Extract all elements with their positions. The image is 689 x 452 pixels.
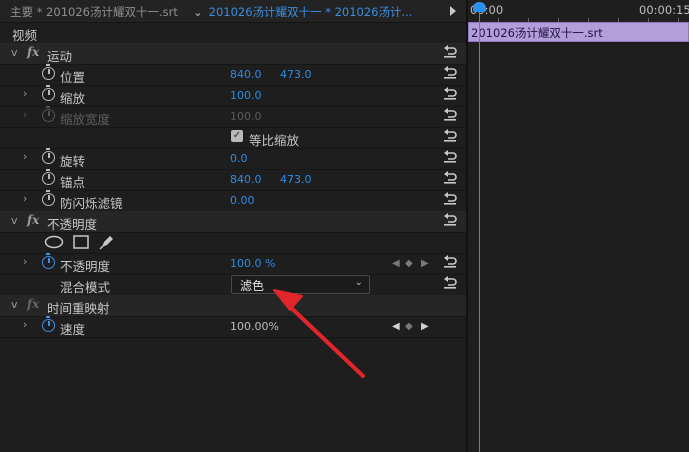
- tab-master-sequence[interactable]: 主要 * 201026汤计耀双十一.srt: [10, 4, 178, 20]
- prop-label: 缩放宽度: [60, 112, 111, 127]
- effect-name: 运动: [47, 49, 73, 64]
- rect-mask-icon[interactable]: [73, 235, 89, 249]
- opacity-value[interactable]: 100.0 %: [230, 257, 275, 270]
- expand-chevron-icon[interactable]: ›: [23, 87, 27, 100]
- rotation-value[interactable]: 0.0: [230, 152, 248, 165]
- stopwatch-icon[interactable]: [42, 316, 55, 332]
- keyframe-icon[interactable]: ◆: [405, 321, 413, 332]
- reset-icon[interactable]: [442, 255, 458, 269]
- prop-anchor: 锚点 840.0 473.0: [0, 169, 466, 191]
- collapse-chevron-icon[interactable]: v: [11, 46, 18, 59]
- video-header-label: 视频: [12, 28, 38, 43]
- scale-value[interactable]: 100.0: [230, 89, 262, 102]
- antiflicker-value[interactable]: 0.00: [230, 194, 255, 207]
- playhead-handle[interactable]: [473, 2, 486, 12]
- prop-label: 锚点: [60, 175, 86, 190]
- position-y-value[interactable]: 473.0: [280, 68, 312, 81]
- fx-icon[interactable]: fx: [27, 45, 39, 59]
- prop-label: 不透明度: [60, 259, 111, 274]
- scale-width-value: 100.0: [230, 110, 262, 123]
- prop-uniform-scale: ✓ 等比缩放: [0, 127, 466, 149]
- uniform-scale-label: 等比缩放: [249, 133, 300, 148]
- play-icon[interactable]: [450, 6, 456, 16]
- effect-opacity[interactable]: v fx 不透明度: [0, 211, 466, 233]
- prop-label: 速度: [60, 322, 86, 337]
- clip-label: 201026汤计耀双十一.srt: [471, 26, 603, 40]
- prop-scale: › 缩放 100.0: [0, 85, 466, 107]
- effect-name: 时间重映射: [47, 301, 110, 316]
- reset-icon[interactable]: [442, 87, 458, 101]
- panel-divider[interactable]: [466, 0, 468, 452]
- prop-antiflicker: › 防闪烁滤镜 0.00: [0, 190, 466, 212]
- stopwatch-icon[interactable]: [42, 64, 55, 80]
- playhead-line[interactable]: [479, 10, 480, 452]
- reset-icon[interactable]: [442, 171, 458, 185]
- reset-icon[interactable]: [442, 66, 458, 80]
- expand-chevron-icon: ›: [23, 108, 28, 121]
- prev-keyframe-icon[interactable]: ◀: [392, 258, 400, 269]
- fx-icon[interactable]: fx: [27, 213, 39, 227]
- tab-clip[interactable]: ⌄ 201026汤计耀双十一 * 201026汤计...: [193, 4, 412, 20]
- ellipse-mask-icon[interactable]: [44, 235, 64, 249]
- collapse-chevron-icon[interactable]: v: [11, 298, 18, 311]
- reset-icon[interactable]: [442, 192, 458, 206]
- video-section-header: 视频: [0, 22, 466, 44]
- prop-position: 位置 840.0 473.0: [0, 64, 466, 86]
- prop-speed: › 速度 100.00% ◀ ◆ ▶: [0, 316, 466, 338]
- reset-icon[interactable]: [442, 276, 458, 290]
- stopwatch-icon[interactable]: [42, 169, 55, 185]
- anchor-y-value[interactable]: 473.0: [280, 173, 312, 186]
- stopwatch-icon[interactable]: [42, 85, 55, 101]
- timeline-clip[interactable]: 201026汤计耀双十一.srt: [468, 22, 689, 42]
- annotation-arrow: [273, 289, 365, 378]
- tab-clip-label: 201026汤计耀双十一 * 201026汤计...: [208, 5, 413, 19]
- reset-icon[interactable]: [442, 129, 458, 143]
- expand-chevron-icon[interactable]: ›: [23, 192, 27, 205]
- prev-keyframe-icon[interactable]: ◀: [392, 321, 400, 332]
- position-x-value[interactable]: 840.0: [230, 68, 262, 81]
- stopwatch-icon[interactable]: [42, 190, 55, 206]
- expand-chevron-icon[interactable]: ›: [23, 150, 27, 163]
- keyframe-icon[interactable]: ◆: [405, 258, 413, 269]
- prop-label: 位置: [60, 70, 86, 85]
- tab-bar: 主要 * 201026汤计耀双十一.srt ⌄ 201026汤计耀双十一 * 20…: [0, 0, 466, 23]
- reset-icon[interactable]: [442, 150, 458, 164]
- expand-chevron-icon[interactable]: ›: [23, 318, 27, 331]
- reset-icon[interactable]: [442, 108, 458, 122]
- uniform-scale-checkbox[interactable]: ✓: [231, 130, 243, 142]
- prop-rotation: › 旋转 0.0: [0, 148, 466, 170]
- effect-name: 不透明度: [47, 217, 98, 232]
- timeline-ruler[interactable]: 00:00 00:00:15: [468, 0, 689, 23]
- prop-label: 旋转: [60, 154, 86, 169]
- prop-label: 防闪烁滤镜: [60, 196, 123, 211]
- chevron-down-icon[interactable]: ⌄: [193, 5, 203, 19]
- stopwatch-icon[interactable]: [42, 253, 55, 269]
- prop-opacity: › 不透明度 100.0 % ◀ ◆ ▶: [0, 253, 466, 275]
- mask-tools-row: [0, 232, 466, 254]
- prop-scale-width: › 缩放宽度 100.0: [0, 106, 466, 128]
- fx-icon[interactable]: fx: [27, 297, 39, 311]
- prop-blend-mode: 混合模式 滤色 ⌄: [0, 274, 466, 296]
- expand-chevron-icon[interactable]: ›: [23, 255, 27, 268]
- effect-time-remap[interactable]: v fx 时间重映射: [0, 295, 466, 317]
- anchor-x-value[interactable]: 840.0: [230, 173, 262, 186]
- timecode-mid: 00:00:15: [639, 3, 689, 17]
- reset-icon[interactable]: [442, 45, 458, 59]
- prop-label: 混合模式: [60, 280, 111, 295]
- prop-label: 缩放: [60, 91, 86, 106]
- pen-mask-icon[interactable]: [99, 234, 115, 250]
- stopwatch-icon[interactable]: [42, 148, 55, 164]
- stopwatch-icon: [42, 106, 55, 122]
- next-keyframe-icon[interactable]: ▶: [421, 258, 429, 269]
- effect-motion[interactable]: v fx 运动: [0, 43, 466, 65]
- next-keyframe-icon[interactable]: ▶: [421, 321, 429, 332]
- collapse-chevron-icon[interactable]: v: [11, 214, 18, 227]
- reset-icon[interactable]: [442, 213, 458, 227]
